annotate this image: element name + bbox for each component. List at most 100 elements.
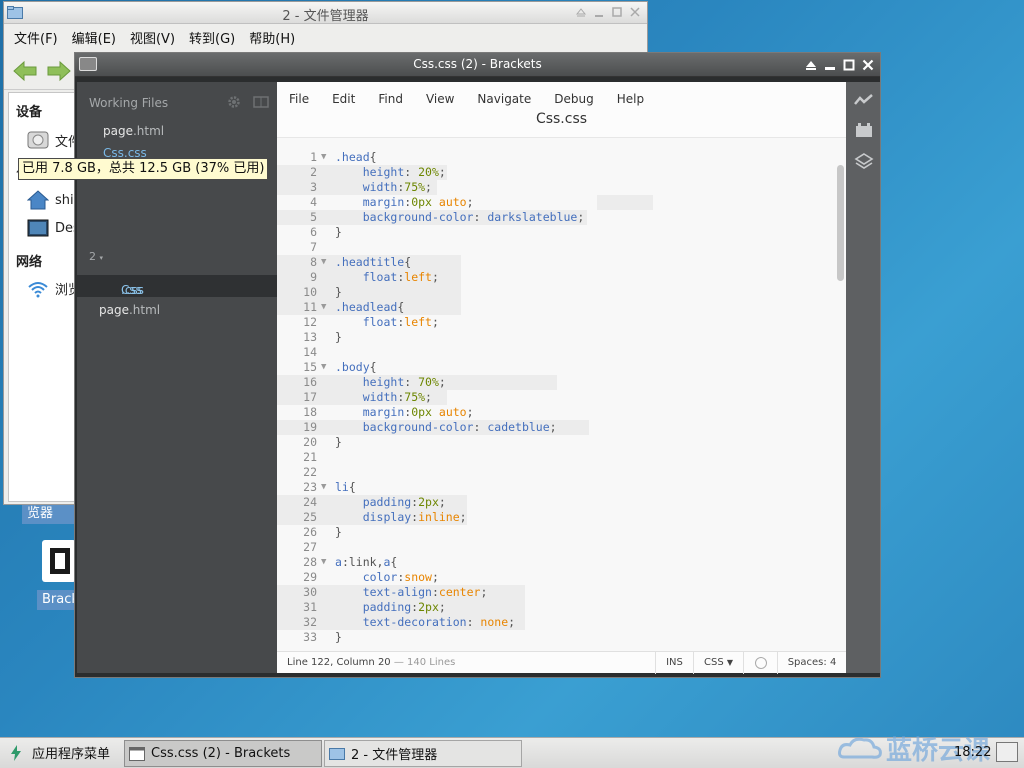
minimize-icon[interactable] bbox=[593, 6, 605, 18]
code-line[interactable]: 7 bbox=[277, 240, 837, 255]
pane2-file-page-html[interactable]: page.html bbox=[99, 303, 160, 317]
working-file-page-html[interactable]: page.html bbox=[103, 124, 164, 138]
menu-file[interactable]: File bbox=[289, 92, 309, 106]
editor-scrollbar[interactable] bbox=[837, 165, 844, 281]
code-line[interactable]: 14 bbox=[277, 345, 837, 360]
menu-navigate[interactable]: Navigate bbox=[477, 92, 531, 106]
code-line[interactable]: 18 margin:0px auto; bbox=[277, 405, 837, 420]
code-line[interactable]: 23 ▼ li{ bbox=[277, 480, 837, 495]
code-line[interactable]: 2 height: 20%; bbox=[277, 165, 837, 180]
task-file-manager[interactable]: 2 - 文件管理器 bbox=[324, 740, 522, 767]
circle-status-icon bbox=[754, 657, 767, 669]
menu-edit[interactable]: Edit bbox=[332, 92, 355, 106]
code-token: darkslateblue bbox=[487, 210, 578, 224]
desktop-icon-browser-label[interactable]: 览器 bbox=[22, 504, 74, 524]
close-icon[interactable] bbox=[860, 57, 876, 73]
menu-find[interactable]: Find bbox=[378, 92, 403, 106]
insert-mode-toggle[interactable]: INS bbox=[655, 652, 693, 674]
code-line[interactable]: 12 float:left; bbox=[277, 315, 837, 330]
layers-icon[interactable] bbox=[854, 152, 874, 172]
code-line[interactable]: 19 background-color: cadetblue; bbox=[277, 420, 837, 435]
code-token: : bbox=[473, 420, 488, 434]
notification-icon[interactable] bbox=[996, 742, 1018, 762]
code-token: :link, bbox=[341, 555, 384, 569]
shade-icon[interactable] bbox=[803, 57, 819, 73]
line-number: 15 bbox=[303, 360, 317, 374]
code-text: width:75%; bbox=[335, 180, 432, 195]
fold-arrow-icon[interactable]: ▼ bbox=[321, 300, 326, 315]
code-line[interactable]: 6} bbox=[277, 225, 837, 240]
code-line[interactable]: 1 ▼ .head{ bbox=[277, 150, 837, 165]
code-line[interactable]: 9 float:left; bbox=[277, 270, 837, 285]
code-line[interactable]: 17 width:75%; bbox=[277, 390, 837, 405]
linter-status[interactable] bbox=[743, 652, 777, 674]
code-line[interactable]: 13} bbox=[277, 330, 837, 345]
code-line[interactable]: 30 text-align:center; bbox=[277, 585, 837, 600]
fold-arrow-icon[interactable]: ▼ bbox=[321, 360, 326, 375]
code-line[interactable]: 25 display:inline; bbox=[277, 510, 837, 525]
spaces-value[interactable]: 4 bbox=[830, 657, 836, 668]
menu-debug[interactable]: Debug bbox=[554, 92, 593, 106]
fold-arrow-icon[interactable]: ▼ bbox=[321, 555, 326, 570]
gear-icon[interactable] bbox=[227, 95, 241, 109]
fold-arrow-icon[interactable]: ▼ bbox=[321, 150, 326, 165]
menu-help[interactable]: 帮助(H) bbox=[249, 28, 295, 47]
brackets-titlebar[interactable]: Css.css (2) - Brackets bbox=[75, 53, 880, 77]
live-preview-icon[interactable] bbox=[854, 92, 874, 108]
maximize-icon[interactable] bbox=[611, 6, 623, 18]
code-line[interactable]: 3 width:75%; bbox=[277, 180, 837, 195]
close-icon[interactable] bbox=[629, 6, 641, 18]
desktop-icon bbox=[27, 219, 49, 237]
back-arrow-icon[interactable] bbox=[12, 60, 38, 82]
language-select[interactable]: CSS ▼ bbox=[693, 652, 743, 674]
code-token: ; bbox=[438, 495, 446, 509]
file-manager-titlebar[interactable]: 2 - 文件管理器 bbox=[4, 2, 647, 24]
pane2-heading[interactable]: 2 ▾ bbox=[89, 250, 103, 263]
code-line[interactable]: 20} bbox=[277, 435, 837, 450]
maximize-icon[interactable] bbox=[841, 57, 857, 73]
pane2-file-css[interactable]: Css .css bbox=[77, 275, 277, 297]
forward-arrow-icon[interactable] bbox=[46, 60, 72, 82]
code-line[interactable]: 24 padding:2px; bbox=[277, 495, 837, 510]
menu-view[interactable]: View bbox=[426, 92, 454, 106]
code-line[interactable]: 27 bbox=[277, 540, 837, 555]
code-area[interactable]: 1 ▼ .head{2 height: 20%; 3 width:75%; 4 marg… bbox=[277, 150, 837, 650]
shade-icon[interactable] bbox=[575, 6, 587, 18]
code-line[interactable]: 22 bbox=[277, 465, 837, 480]
menu-edit[interactable]: 编辑(E) bbox=[72, 28, 116, 47]
menu-help[interactable]: Help bbox=[617, 92, 644, 106]
app-menu-button[interactable]: 应用程序菜单 bbox=[8, 743, 110, 762]
code-line[interactable]: 31 padding:2px; bbox=[277, 600, 837, 615]
cursor-position[interactable]: Line 122, Column 20 — 140 Lines bbox=[287, 657, 455, 668]
task-brackets[interactable]: Css.css (2) - Brackets bbox=[124, 740, 322, 767]
indent-setting[interactable]: Spaces: 4 bbox=[777, 652, 846, 674]
fold-arrow-icon[interactable]: ▼ bbox=[321, 480, 326, 495]
code-line[interactable]: 11 ▼ .headlead{ bbox=[277, 300, 837, 315]
code-line[interactable]: 15 ▼ .body{ bbox=[277, 360, 837, 375]
code-line[interactable]: 33} bbox=[277, 630, 837, 645]
code-line[interactable]: 28 ▼ a:link,a{ bbox=[277, 555, 837, 570]
code-line[interactable]: 32 text-decoration: none; bbox=[277, 615, 837, 630]
clock[interactable]: 18:22 bbox=[954, 745, 991, 760]
code-line[interactable]: 8 ▼ .headtitle{ bbox=[277, 255, 837, 270]
fold-arrow-icon[interactable]: ▼ bbox=[321, 255, 326, 270]
extension-manager-icon[interactable] bbox=[854, 122, 874, 138]
code-line[interactable]: 4 margin:0px auto; bbox=[277, 195, 837, 210]
menu-file[interactable]: 文件(F) bbox=[14, 28, 58, 47]
desktop-icon-brackets-label[interactable]: Brackets bbox=[37, 590, 77, 610]
brackets-desktop-icon[interactable] bbox=[42, 540, 76, 582]
menu-go[interactable]: 转到(G) bbox=[189, 28, 235, 47]
code-line[interactable]: 16 height: 70%; bbox=[277, 375, 837, 390]
split-view-icon[interactable] bbox=[253, 95, 269, 109]
menu-view[interactable]: 视图(V) bbox=[130, 28, 175, 47]
code-line[interactable]: 5 background-color: darkslateblue; bbox=[277, 210, 837, 225]
code-line[interactable]: 10} bbox=[277, 285, 837, 300]
code-line[interactable]: 29 color:snow; bbox=[277, 570, 837, 585]
minimize-icon[interactable] bbox=[822, 57, 838, 73]
code-line[interactable]: 26} bbox=[277, 525, 837, 540]
code-line[interactable]: 21 bbox=[277, 450, 837, 465]
